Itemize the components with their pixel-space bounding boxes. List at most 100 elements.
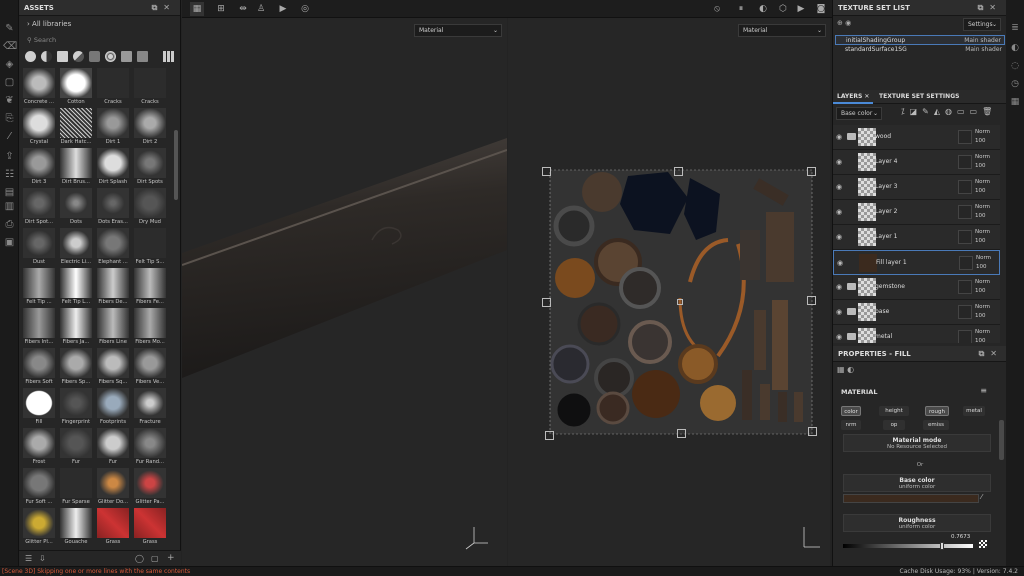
layer-opacity[interactable]: 100: [975, 313, 986, 319]
layer-blend[interactable]: Norm 100: [975, 128, 990, 146]
blend-mode[interactable]: Norm: [975, 229, 990, 235]
symmetry-icon[interactable]: ⇹: [236, 2, 250, 16]
asset-thumbnail[interactable]: [60, 68, 92, 98]
clone-icon[interactable]: ⎘: [3, 112, 16, 125]
channel-chip-op[interactable]: op: [883, 420, 905, 430]
asset-item[interactable]: Fur: [95, 428, 131, 468]
filter-environment-icon[interactable]: [121, 51, 132, 62]
asset-thumbnail[interactable]: [60, 308, 92, 338]
assets-icon[interactable]: ⇪: [3, 150, 16, 163]
asset-item[interactable]: Footprints: [95, 388, 131, 428]
asset-item[interactable]: Dark Hatc...: [58, 108, 94, 148]
material-menu-icon[interactable]: ≡: [980, 386, 987, 395]
folder-icon[interactable]: [847, 333, 856, 340]
asset-thumbnail[interactable]: [60, 348, 92, 378]
asset-thumbnail[interactable]: [134, 468, 166, 498]
asset-item[interactable]: Grass: [95, 508, 131, 546]
asset-thumbnail[interactable]: [134, 228, 166, 258]
asset-item[interactable]: Fibers Sq...: [95, 348, 131, 388]
color-picker-icon[interactable]: ⁄: [3, 130, 16, 143]
grid-icon[interactable]: ▦: [190, 2, 204, 16]
roughness-slider-handle[interactable]: [939, 542, 944, 550]
filter-alpha-icon[interactable]: [105, 51, 116, 62]
visibility-eye-icon[interactable]: ◉: [836, 233, 842, 241]
asset-item[interactable]: Dry Mud: [132, 188, 168, 228]
visibility-eye-icon[interactable]: ◉: [836, 308, 842, 316]
texture-set-tools-icon[interactable]: ⊕ ◉: [837, 19, 851, 27]
asset-item[interactable]: Felt Tip S...: [132, 228, 168, 268]
layer-opacity[interactable]: 100: [975, 238, 986, 244]
texture-set-row[interactable]: standardSurface1SG Main shader: [835, 45, 1005, 55]
display-icon[interactable]: ▣: [3, 236, 16, 249]
texture-slot-icon[interactable]: [979, 540, 987, 548]
asset-item[interactable]: Glitter Pa...: [132, 468, 168, 508]
asset-item[interactable]: Fibers De...: [95, 268, 131, 308]
grid-view-icon[interactable]: [163, 51, 174, 62]
asset-item[interactable]: Dirt Spot...: [21, 188, 57, 228]
transform-handle[interactable]: [542, 167, 551, 176]
transform-handle[interactable]: [542, 298, 551, 307]
asset-thumbnail[interactable]: [23, 428, 55, 458]
filter-texture-icon[interactable]: [57, 51, 68, 62]
asset-thumbnail[interactable]: [97, 228, 129, 258]
layer-row[interactable]: ◉ wood Norm 100: [833, 125, 1000, 150]
base-color-swatch[interactable]: [843, 494, 979, 503]
asset-thumbnail[interactable]: [97, 308, 129, 338]
asset-item[interactable]: Elephant ...: [95, 228, 131, 268]
asset-item[interactable]: Dirt Splash: [95, 148, 131, 188]
blend-mode[interactable]: Norm: [975, 304, 990, 310]
render-icon[interactable]: ▶: [276, 2, 290, 16]
asset-thumbnail[interactable]: [60, 148, 92, 178]
layer-row[interactable]: ◉ Layer 1 Norm 100: [833, 225, 1000, 250]
layer-opacity[interactable]: 100: [975, 338, 986, 343]
layer-opacity[interactable]: 100: [975, 163, 986, 169]
asset-thumbnail[interactable]: [134, 268, 166, 298]
asset-item[interactable]: Fibers Ve...: [132, 348, 168, 388]
visibility-eye-icon[interactable]: ◉: [836, 333, 842, 341]
viewport-2d[interactable]: Material ⌄: [508, 18, 830, 566]
asset-thumbnail[interactable]: [134, 428, 166, 458]
asset-thumbnail[interactable]: [97, 268, 129, 298]
asset-item[interactable]: Fur Sparse: [58, 468, 94, 508]
folder-icon[interactable]: ▢: [151, 554, 159, 563]
asset-thumbnail[interactable]: [134, 68, 166, 98]
asset-thumbnail[interactable]: [97, 148, 129, 178]
eyedropper-icon[interactable]: ⁄: [981, 493, 982, 501]
libraries-selector[interactable]: › All libraries: [19, 16, 180, 32]
asset-thumbnail[interactable]: [60, 188, 92, 218]
layer-name[interactable]: Layer 4: [875, 158, 897, 165]
layer-blend[interactable]: Norm 100: [975, 328, 990, 343]
transform-handle[interactable]: [808, 427, 817, 436]
transform-handle[interactable]: [545, 431, 554, 440]
visibility-eye-icon[interactable]: ◉: [836, 133, 842, 141]
asset-thumbnail[interactable]: [134, 308, 166, 338]
asset-thumbnail[interactable]: [134, 348, 166, 378]
folder-icon[interactable]: [847, 133, 856, 140]
tab-layers[interactable]: LAYERS ✕: [833, 90, 874, 104]
asset-thumbnail[interactable]: [60, 268, 92, 298]
layer-tools-icon[interactable]: ⁒◪✎◭◍▭▭🗑: [901, 107, 997, 116]
visibility-eye-icon[interactable]: ◉: [837, 259, 843, 267]
layer-mask-slot[interactable]: [958, 205, 972, 219]
asset-item[interactable]: Fracture: [132, 388, 168, 428]
layout-icon[interactable]: ◐: [756, 2, 770, 16]
pivot-handle[interactable]: [677, 299, 683, 305]
asset-item[interactable]: Dirt 3: [21, 148, 57, 188]
transform-handle[interactable]: [807, 167, 816, 176]
layer-blend[interactable]: Norm 100: [975, 303, 990, 321]
folder-icon[interactable]: [847, 308, 856, 315]
asset-thumbnail[interactable]: [97, 508, 129, 538]
asset-item[interactable]: Felt Tip L...: [58, 268, 94, 308]
asset-thumbnail[interactable]: [60, 108, 92, 138]
channel-chip-metal[interactable]: metal: [963, 406, 985, 416]
asset-thumbnail[interactable]: [97, 108, 129, 138]
properties-scrollbar[interactable]: [999, 420, 1004, 460]
viewport-3d[interactable]: Material ⌄: [182, 18, 507, 566]
import-icon[interactable]: ◯: [135, 554, 144, 563]
asset-item[interactable]: Dirt Brus...: [58, 148, 94, 188]
asset-item[interactable]: Fibers Int...: [21, 308, 57, 348]
asset-thumbnail[interactable]: [60, 508, 92, 538]
asset-item[interactable]: Dirt 1: [95, 108, 131, 148]
camera-reset-icon[interactable]: ◎: [298, 2, 312, 16]
layer-name[interactable]: Layer 3: [875, 183, 897, 190]
